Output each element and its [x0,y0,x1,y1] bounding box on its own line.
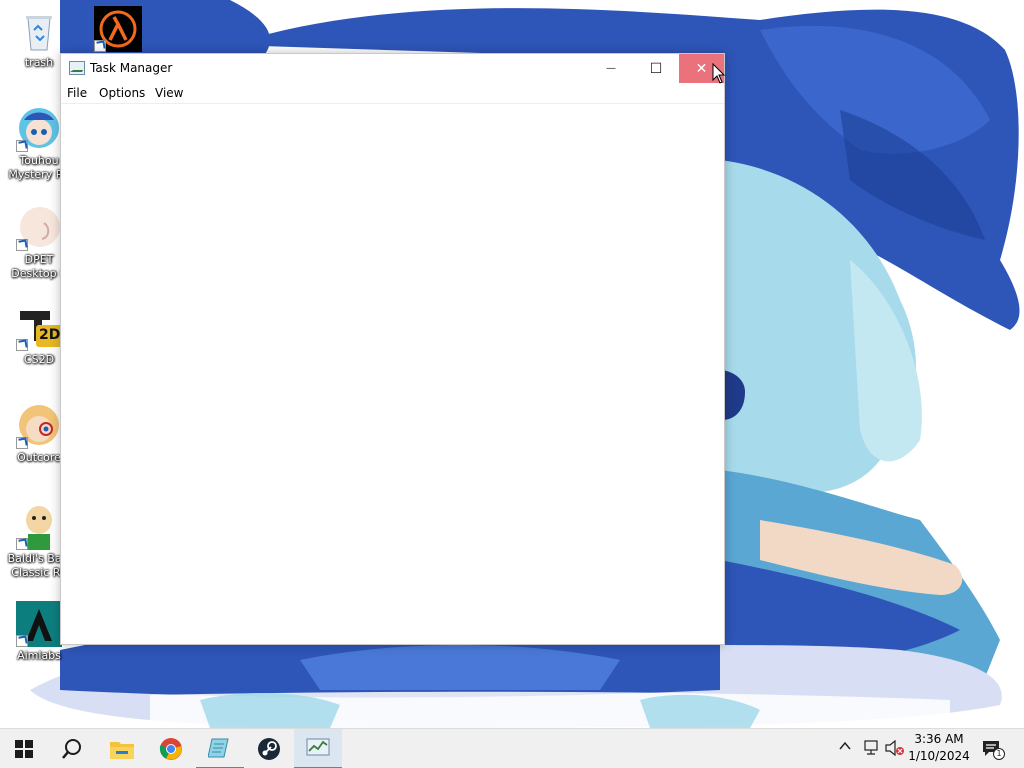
menu-view[interactable]: View [155,86,183,100]
shortcut-arrow-icon [94,40,106,52]
recycle-bin-icon [16,8,62,54]
shortcut-arrow-icon [16,635,28,647]
window-title: Task Manager [90,61,173,75]
menu-bar: File Options View [61,84,724,104]
action-center-button[interactable]: 1 [982,739,1005,763]
show-hidden-icons-button[interactable] [839,740,851,756]
task-manager-window[interactable]: Task Manager — ☐ ✕ File Options View [60,53,725,645]
notepad-icon [208,738,229,758]
volume-button[interactable] [885,739,905,760]
clock-time: 3:36 AM [914,732,964,746]
chevron-up-icon [839,741,851,750]
clock-date: 1/10/2024 [908,749,970,763]
notification-count-badge: 1 [993,748,1005,760]
task-manager-content [61,105,724,644]
task-manager-icon [69,61,85,75]
taskbar-task-manager[interactable] [294,729,342,768]
volume-muted-icon [885,739,904,757]
network-button[interactable] [862,740,880,760]
menu-file[interactable]: File [67,86,87,100]
folder-icon [110,742,134,759]
start-button[interactable] [0,729,48,768]
windows-logo-icon [15,740,33,758]
aimlabs-icon [16,601,62,647]
maximize-icon: ☐ [649,60,663,77]
taskbar-notepad[interactable] [196,729,244,768]
shortcut-arrow-icon [16,339,28,351]
taskbar-chrome[interactable] [147,729,195,768]
shortcut-arrow-icon [16,140,28,152]
steam-icon [258,738,280,760]
touhou-icon [16,106,62,152]
desktop: trash Touhou Mystery Re DPET Desktop P 2… [0,0,1024,728]
outcore-icon [16,403,62,449]
mouse-cursor-icon [712,63,726,84]
taskbar-file-explorer[interactable] [98,729,146,768]
title-bar[interactable]: Task Manager — ☐ ✕ [61,54,724,84]
task-manager-icon [306,738,330,756]
shortcut-arrow-icon [16,239,28,251]
cs2d-badge: 2D [39,327,61,343]
menu-options[interactable]: Options [99,86,145,100]
maximize-button[interactable]: ☐ [633,54,679,83]
network-icon [864,740,878,755]
desktop-icon-label: Aimlabs [17,649,61,662]
taskbar: 3:36 AM 1/10/2024 1 [0,728,1024,768]
cs2d-icon: 2D [16,305,62,351]
close-icon: ✕ [695,60,708,77]
clock[interactable]: 3:36 AM 1/10/2024 [906,731,972,765]
chrome-icon [159,738,182,760]
baldi-icon [16,504,62,550]
shortcut-arrow-icon [16,437,28,449]
shortcut-arrow-icon [16,538,28,550]
minimize-icon: — [606,63,616,74]
search-icon [62,739,81,759]
desktop-icon-half-life[interactable] [78,6,156,52]
search-button[interactable] [48,729,96,768]
taskbar-steam[interactable] [245,729,293,768]
minimize-button[interactable]: — [588,54,634,83]
half-life-icon [94,6,142,52]
dpet-icon [16,205,62,251]
